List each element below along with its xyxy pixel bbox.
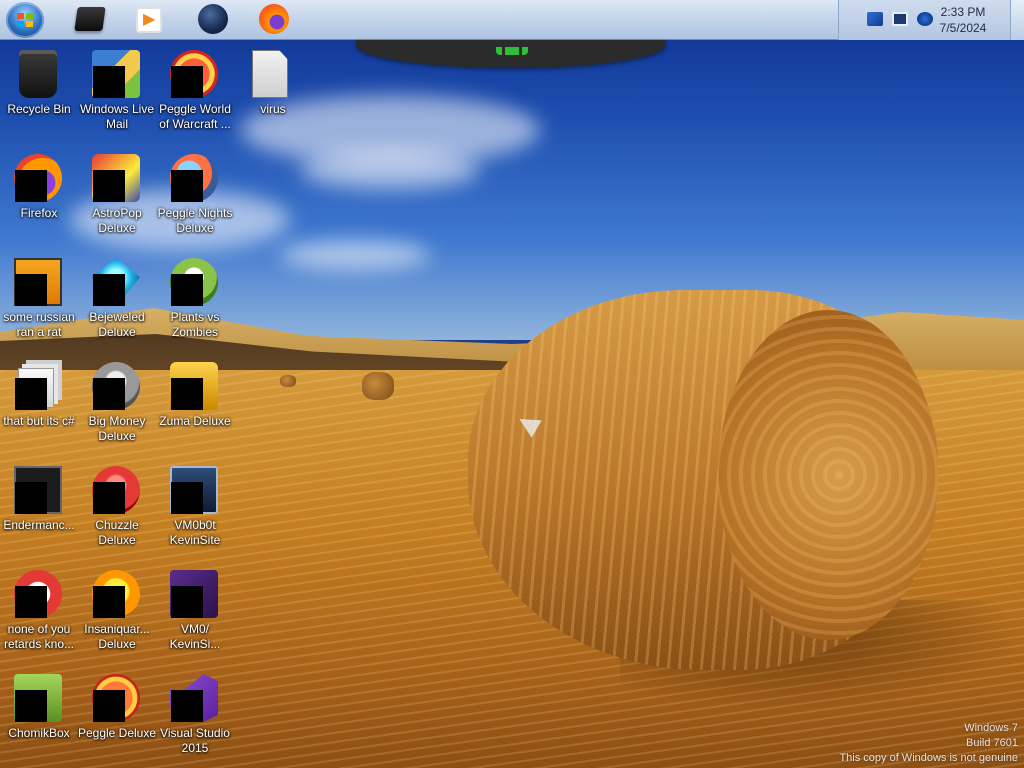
dock-handle-icon[interactable] [496,47,528,55]
desktop-icon-label: Chuzzle Deluxe [95,518,139,547]
desktop-icon-that-but-its-csharp[interactable]: that but its c# [0,356,78,460]
globe-browser-icon[interactable] [198,4,228,34]
show-desktop-button[interactable] [1010,0,1024,40]
media-player-icon[interactable] [136,7,162,33]
desktop-icon-label: Peggle Nights Deluxe [157,206,233,235]
windows-watermark: Windows 7 Build 7601 This copy of Window… [788,721,1018,766]
redaction-block [15,170,47,202]
desktop-icon-label: ChomikBox [8,726,70,740]
redaction-block [93,482,125,514]
system-tray: 2:33 PM 7/5/2024 [838,0,1024,40]
clock-date: 7/5/2024 [939,21,987,35]
redaction-block [171,690,203,722]
desktop-icon-none-of-you[interactable]: none of you retards kno... [0,564,78,668]
action-center-flag-icon[interactable] [867,12,883,26]
redaction-block [93,378,125,410]
desktop-icon-virus[interactable]: virus [234,44,312,148]
hay-bale [468,270,948,680]
desktop-icon-endermanch[interactable]: Endermanc... [0,460,78,564]
desktop-icon-windows-live-mail[interactable]: Windows Live Mail [78,44,156,148]
desktop-icon-label: virus [260,102,286,116]
redaction-block [15,378,47,410]
desktop-icon-label: VM0/ KevinSi... [169,622,221,651]
redaction-block [93,586,125,618]
desktop-icon-firefox[interactable]: Firefox [0,148,78,252]
watermark-line-1: Windows 7 [964,722,1018,734]
redaction-block [93,66,125,98]
desktop-icon-plants-vs-zombies[interactable]: Plants vs Zombies [156,252,234,356]
redaction-block [171,378,203,410]
redaction-block [93,690,125,722]
desktop-icon-label: Peggle Deluxe [77,726,157,740]
desktop-icon-chomikbox[interactable]: ChomikBox [0,668,78,768]
desktop-icon-label: Visual Studio 2015 [160,726,230,755]
desktop-icon-label: Big Money Deluxe [88,414,146,443]
desktop-icon-peggle-deluxe[interactable]: Peggle Deluxe [78,668,156,768]
command-prompt-icon[interactable] [74,7,106,31]
desktop-icon-label: AstroPop Deluxe [92,206,142,235]
redaction-block [93,274,125,306]
recycle-bin-icon [19,50,57,98]
desktop-icon-label: Firefox [20,206,58,220]
desktop-icon-label: Zuma Deluxe [159,414,231,428]
desktop-icon-astropop[interactable]: AstroPop Deluxe [78,148,156,252]
desktop-icon-bejeweled[interactable]: Bejeweled Deluxe [78,252,156,356]
desktop-icon-label: Recycle Bin [7,102,71,116]
desktop-icon-vm0b0t[interactable]: VM0b0t KevinSite [156,460,234,564]
desktop-icon-recycle-bin[interactable]: Recycle Bin [0,44,78,148]
desktop-icon-vm0-kevinsite[interactable]: VM0/ KevinSi... [156,564,234,668]
desktop-icon-label: Bejeweled Deluxe [89,310,145,339]
desktop-icon-big-money[interactable]: Big Money Deluxe [78,356,156,460]
clock-time: 2:33 PM [940,5,986,19]
redaction-block [171,66,203,98]
desktop-icon-label: none of you retards kno... [3,622,75,651]
clock[interactable]: 2:33 PM 7/5/2024 [928,4,998,36]
desktop-icon-chuzzle[interactable]: Chuzzle Deluxe [78,460,156,564]
firefox-icon[interactable] [259,4,289,34]
redaction-block [171,586,203,618]
desktop-icon-label: Plants vs Zombies [170,310,220,339]
start-button[interactable] [6,2,44,38]
desktop-icon-zuma[interactable]: Zuma Deluxe [156,356,234,460]
redaction-block [15,586,47,618]
watermark-line-2: Build 7601 [966,737,1018,749]
desktop-icon-label: Endermanc... [3,518,75,532]
redaction-block [93,170,125,202]
watermark-line-3: This copy of Windows is not genuine [839,752,1018,764]
desktop-icon-insaniquarium[interactable]: Insaniquar... Deluxe [78,564,156,668]
desktop-icon-some-russian[interactable]: some russian ran a rat [0,252,78,356]
desktop-icon-label: Peggle World of Warcraft ... [159,102,231,131]
desktop-icon-label: Windows Live Mail [79,102,155,131]
desktop-icon-peggle-wow[interactable]: Peggle World of Warcraft ... [156,44,234,148]
taskbar: 2:33 PM 7/5/2024 [0,0,1024,40]
desktop-icon-visual-studio[interactable]: Visual Studio 2015 [156,668,234,768]
desktop-icon-label: that but its c# [3,414,75,428]
redaction-block [171,274,203,306]
desktop-icon-peggle-nights[interactable]: Peggle Nights Deluxe [156,148,234,252]
desktop-icon-label: VM0b0t KevinSite [169,518,221,547]
desktop-icon-label: Insaniquar... Deluxe [84,622,150,651]
file-icon [252,50,288,98]
network-monitor-icon[interactable] [892,12,908,26]
redaction-block [15,482,47,514]
desktop-icon-grid: Recycle Bin Windows Live Mail Peggle Wor… [0,40,320,768]
redaction-block [171,482,203,514]
desktop-icon-label: some russian ran a rat [3,310,75,339]
redaction-block [171,170,203,202]
redaction-block [15,274,47,306]
redaction-block [15,690,47,722]
